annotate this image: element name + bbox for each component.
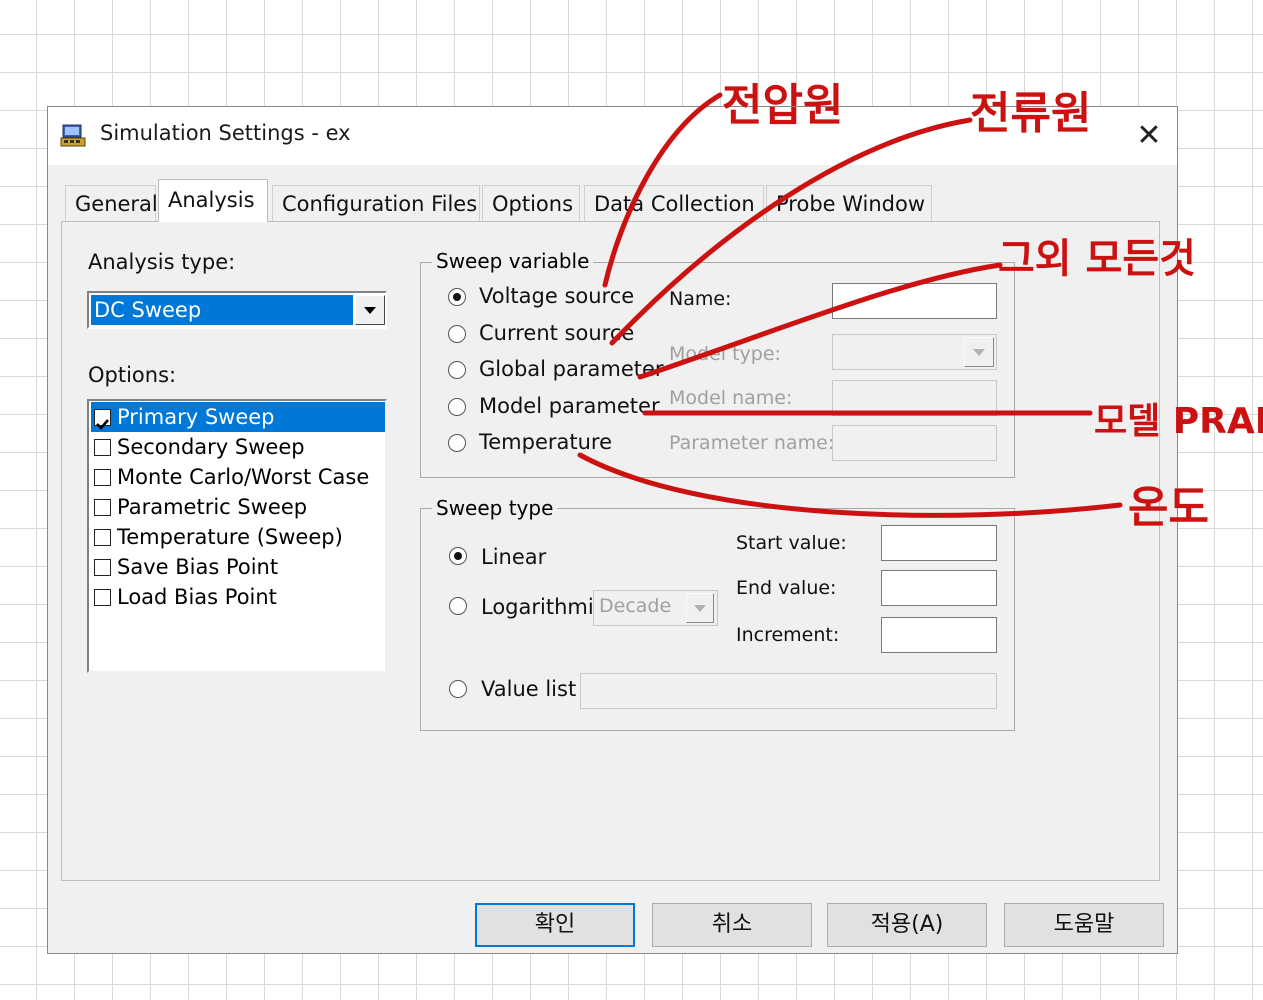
log-scale-dropdown-button bbox=[686, 593, 714, 623]
model-type-dropdown-button bbox=[964, 337, 994, 367]
tab-data-collection[interactable]: Data Collection bbox=[584, 185, 764, 221]
apply-button[interactable]: 적용(A) bbox=[827, 903, 987, 947]
linear-label: Linear bbox=[481, 545, 547, 569]
option-secondary-sweep[interactable]: Secondary Sweep bbox=[91, 432, 385, 462]
option-label: Load Bias Point bbox=[117, 585, 277, 609]
option-label: Primary Sweep bbox=[117, 405, 275, 429]
tab-options[interactable]: Options bbox=[482, 185, 580, 221]
radio-label: Global parameter bbox=[479, 357, 664, 381]
start-value-input[interactable] bbox=[881, 525, 997, 561]
start-value-label: Start value: bbox=[736, 532, 847, 554]
radio-label: Model parameter bbox=[479, 394, 660, 418]
option-load-bias-point[interactable]: Load Bias Point bbox=[91, 582, 385, 612]
checkbox[interactable] bbox=[94, 409, 111, 430]
options-list[interactable]: Primary Sweep Secondary Sweep Monte Carl… bbox=[87, 399, 387, 673]
simulation-settings-dialog: Simulation Settings - ex ✕ General Analy… bbox=[47, 106, 1178, 954]
radio-dot bbox=[453, 293, 461, 301]
radio-label: Voltage source bbox=[479, 284, 635, 308]
radio-logarithmic[interactable] bbox=[449, 597, 467, 615]
analysis-type-dropdown-button[interactable] bbox=[355, 295, 385, 325]
radio-current-source[interactable] bbox=[448, 325, 466, 343]
option-parametric-sweep[interactable]: Parametric Sweep bbox=[91, 492, 385, 522]
option-label: Temperature (Sweep) bbox=[117, 525, 343, 549]
sweep-type-title: Sweep type bbox=[432, 496, 558, 520]
checkbox[interactable] bbox=[94, 589, 111, 606]
chevron-down-icon bbox=[694, 605, 706, 612]
analysis-type-label: Analysis type: bbox=[88, 250, 236, 274]
check-icon bbox=[96, 419, 109, 430]
radio-global-parameter[interactable] bbox=[448, 361, 466, 379]
model-type-label: Model type: bbox=[669, 343, 781, 365]
radio-model-parameter[interactable] bbox=[448, 398, 466, 416]
option-label: Monte Carlo/Worst Case bbox=[117, 465, 370, 489]
analysis-type-value: DC Sweep bbox=[91, 295, 353, 325]
checkbox[interactable] bbox=[94, 469, 111, 486]
option-label: Parametric Sweep bbox=[117, 495, 308, 519]
model-name-input bbox=[832, 380, 997, 416]
chevron-down-icon bbox=[973, 349, 985, 356]
checkbox[interactable] bbox=[94, 499, 111, 516]
chevron-down-icon bbox=[364, 307, 376, 314]
name-input[interactable] bbox=[832, 283, 997, 319]
option-save-bias-point[interactable]: Save Bias Point bbox=[91, 552, 385, 582]
tab-probe-window[interactable]: Probe Window bbox=[766, 185, 932, 221]
option-label: Save Bias Point bbox=[117, 555, 279, 579]
end-value-input[interactable] bbox=[881, 570, 997, 606]
radio-label: Current source bbox=[479, 321, 635, 345]
log-scale-select: Decade bbox=[593, 590, 718, 626]
checkbox[interactable] bbox=[94, 439, 111, 456]
value-list-label: Value list bbox=[481, 677, 577, 701]
app-icon bbox=[60, 122, 88, 150]
parameter-name-label: Parameter name: bbox=[669, 432, 835, 454]
radio-linear[interactable] bbox=[449, 547, 467, 565]
checkbox[interactable] bbox=[94, 529, 111, 546]
options-label: Options: bbox=[88, 363, 177, 387]
name-label: Name: bbox=[669, 288, 732, 310]
end-value-label: End value: bbox=[736, 577, 837, 599]
radio-voltage-source[interactable] bbox=[448, 288, 466, 306]
tab-analysis[interactable]: Analysis bbox=[158, 179, 268, 222]
sweep-variable-title: Sweep variable bbox=[432, 249, 594, 273]
logarithmic-label: Logarithmic bbox=[481, 595, 606, 619]
radio-value-list[interactable] bbox=[449, 680, 467, 698]
option-label: Secondary Sweep bbox=[117, 435, 305, 459]
window-title: Simulation Settings - ex bbox=[100, 121, 351, 145]
close-button[interactable]: ✕ bbox=[1132, 119, 1166, 153]
increment-label: Increment: bbox=[736, 624, 840, 646]
option-temperature-sweep[interactable]: Temperature (Sweep) bbox=[91, 522, 385, 552]
option-primary-sweep[interactable]: Primary Sweep bbox=[91, 402, 385, 432]
cancel-button[interactable]: 취소 bbox=[652, 903, 812, 947]
ok-button[interactable]: 확인 bbox=[475, 903, 635, 947]
checkbox[interactable] bbox=[94, 559, 111, 576]
parameter-name-input bbox=[832, 425, 997, 461]
model-type-select bbox=[832, 334, 997, 370]
radio-dot bbox=[454, 552, 462, 560]
model-name-label: Model name: bbox=[669, 387, 793, 409]
tab-general[interactable]: General bbox=[65, 185, 158, 221]
title-bar: Simulation Settings - ex ✕ bbox=[48, 107, 1177, 165]
increment-input[interactable] bbox=[881, 617, 997, 653]
analysis-type-select[interactable]: DC Sweep bbox=[87, 291, 387, 329]
radio-label: Temperature bbox=[479, 430, 613, 454]
help-button[interactable]: 도움말 bbox=[1004, 903, 1164, 947]
value-list-input bbox=[580, 673, 997, 709]
tab-configuration-files[interactable]: Configuration Files bbox=[272, 185, 480, 221]
radio-temperature[interactable] bbox=[448, 434, 466, 452]
option-monte-carlo[interactable]: Monte Carlo/Worst Case bbox=[91, 462, 385, 492]
log-scale-value: Decade bbox=[599, 595, 672, 617]
